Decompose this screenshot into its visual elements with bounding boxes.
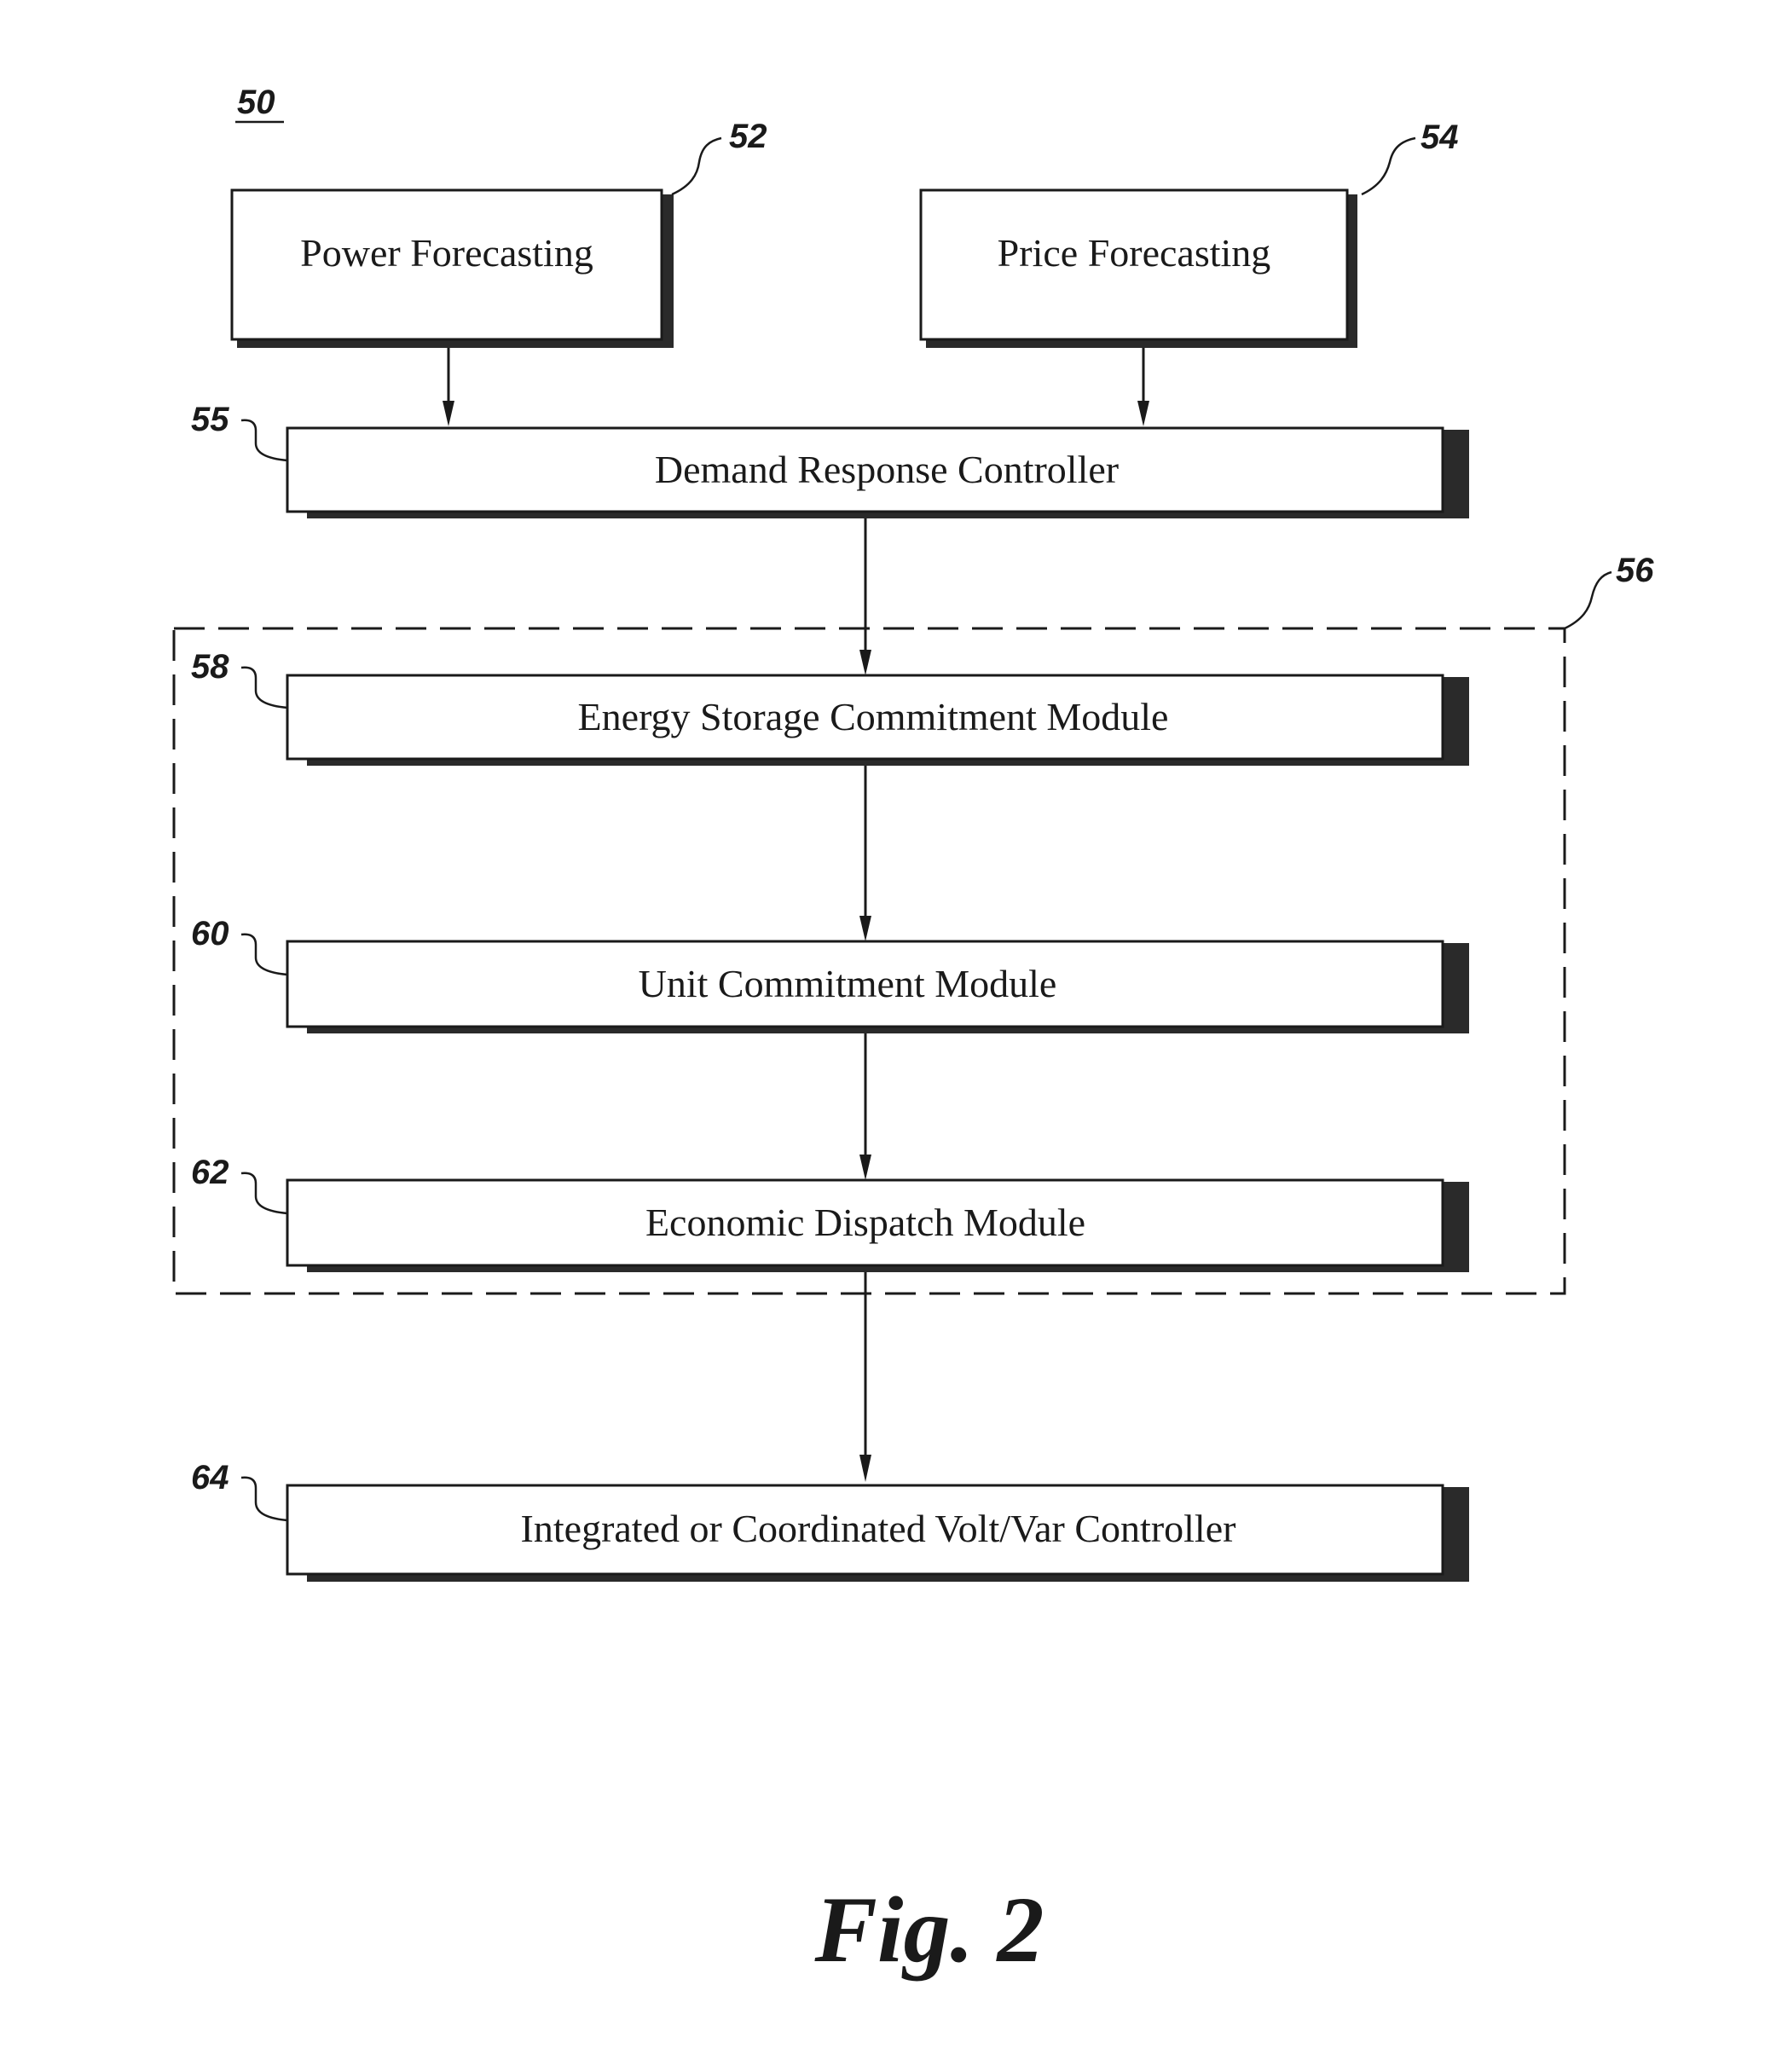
leader-line-62 (240, 1172, 288, 1215)
leader-line-55 (240, 419, 288, 462)
leader-line-52 (671, 136, 722, 196)
demand-response-controller-label: Demand Response Controller (655, 448, 1119, 491)
arrowhead-icon (443, 401, 454, 426)
reference-label-55: 55 (191, 401, 229, 438)
arrowhead-icon (859, 1155, 871, 1180)
power-forecasting-label: Power Forecasting (300, 231, 593, 275)
energy-storage-commitment-block: Energy Storage Commitment Module (286, 674, 1469, 766)
price-forecasting-block: Price Forecasting (919, 188, 1357, 348)
leader-line-64 (240, 1476, 288, 1522)
price-forecasting-label: Price Forecasting (998, 231, 1271, 275)
arrowhead-icon (859, 1455, 871, 1482)
flow-diagram: 50 Power Forecasting 52 Price Forecastin… (172, 84, 1654, 1982)
reference-label-64: 64 (191, 1459, 229, 1496)
volt-var-controller-block: Integrated or Coordinated Volt/Var Contr… (286, 1484, 1469, 1582)
leader-line-56 (1564, 570, 1612, 630)
reference-label-58: 58 (191, 648, 229, 686)
leader-line-58 (240, 666, 288, 709)
power-forecasting-block: Power Forecasting (230, 188, 674, 348)
reference-label-56: 56 (1616, 552, 1654, 589)
figure-caption: Fig. 2 (814, 1878, 1044, 1982)
unit-commitment-block: Unit Commitment Module (286, 940, 1469, 1033)
reference-label-54: 54 (1421, 119, 1459, 156)
energy-storage-commitment-label: Energy Storage Commitment Module (578, 695, 1169, 738)
reference-label-62: 62 (191, 1154, 229, 1191)
leader-line-54 (1361, 136, 1416, 196)
arrowhead-icon (859, 650, 871, 675)
volt-var-controller-label: Integrated or Coordinated Volt/Var Contr… (521, 1507, 1236, 1550)
leader-line-60 (240, 933, 288, 976)
economic-dispatch-label: Economic Dispatch Module (645, 1201, 1085, 1244)
arrowhead-icon (859, 916, 871, 941)
unit-commitment-label: Unit Commitment Module (639, 962, 1057, 1005)
reference-label-60: 60 (191, 915, 229, 952)
demand-response-controller-block: Demand Response Controller (286, 426, 1469, 518)
economic-dispatch-block: Economic Dispatch Module (286, 1178, 1469, 1272)
figure-reference-label: 50 (237, 84, 275, 121)
arrowhead-icon (1137, 401, 1149, 426)
reference-label-52: 52 (729, 118, 767, 155)
